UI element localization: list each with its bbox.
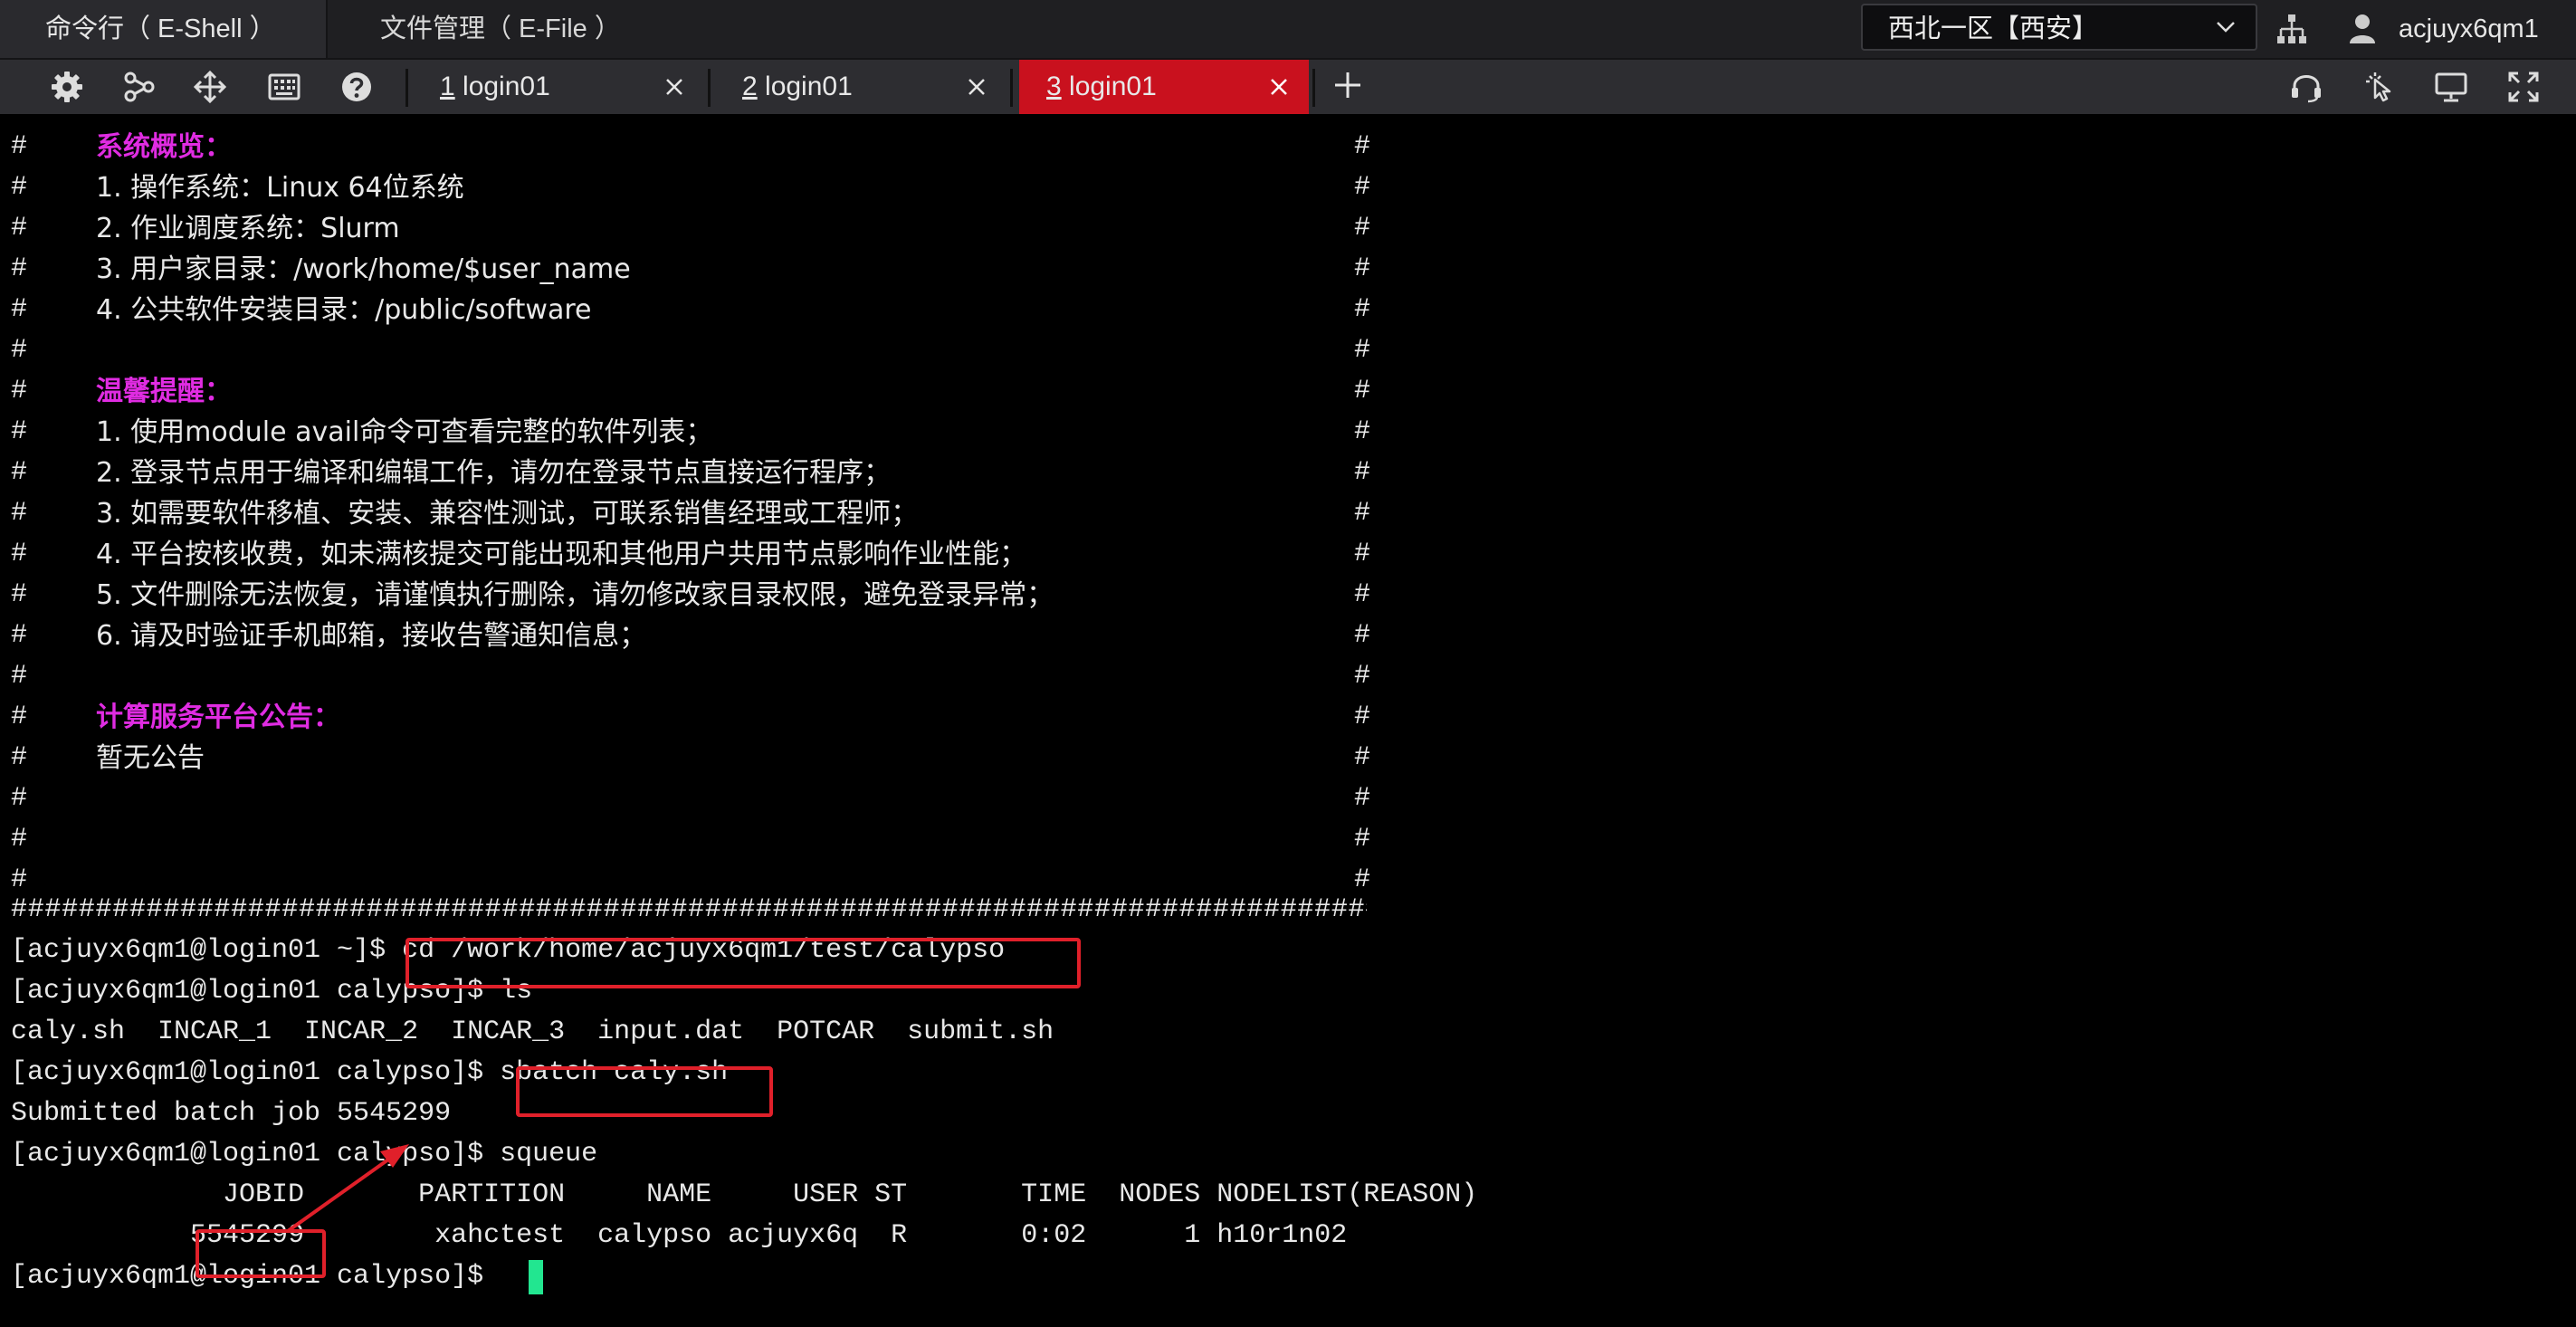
pointer-icon[interactable]	[2362, 71, 2395, 103]
session-tab-label: login01	[1061, 72, 1157, 101]
close-icon[interactable]	[664, 77, 684, 97]
tab-efile[interactable]: 文件管理（ E-File ）	[328, 0, 635, 58]
username[interactable]: acjuyx6qm1	[2399, 0, 2539, 58]
annotation-arrow	[286, 1144, 409, 1233]
tab-divider	[1312, 69, 1315, 107]
tab-divider	[405, 69, 408, 107]
transfer-icon[interactable]	[194, 71, 226, 103]
org-tree-icon[interactable]	[2275, 13, 2308, 45]
tab-divider	[1010, 69, 1013, 107]
top-bar: 命令行（ E-Shell ） 文件管理（ E-File ） 西北一区【西安】 a…	[0, 0, 2576, 60]
user-avatar-icon[interactable]	[2348, 13, 2377, 45]
tab-divider	[708, 69, 711, 107]
tab-eshell[interactable]: 命令行（ E-Shell ）	[0, 0, 326, 58]
keyboard-icon[interactable]	[268, 71, 301, 103]
headset-icon[interactable]	[2290, 71, 2323, 103]
session-tab-number: 2	[742, 72, 758, 101]
region-select-value: 西北一区【西安】	[1888, 14, 2099, 43]
monitor-icon[interactable]	[2435, 71, 2467, 103]
chevron-down-icon	[2217, 22, 2235, 33]
add-tab-icon[interactable]	[1332, 70, 1363, 100]
session-tab-2[interactable]: 2 login01	[742, 60, 1007, 114]
session-tab-bar: 1 login01 2 login01 3 login01	[0, 60, 2576, 114]
session-tab-number: 1	[440, 72, 455, 101]
session-tab-label: login01	[454, 72, 550, 101]
terminal[interactable]: # 系统概览： # #1. 操作系统：Linux 64位系统 # #2. 作业调度系统：S…	[0, 116, 2576, 1327]
session-tab-number: 3	[1046, 72, 1062, 101]
help-icon[interactable]	[340, 71, 373, 103]
close-icon[interactable]	[967, 77, 987, 97]
session-tab-3[interactable]: 3 login01	[1019, 60, 1309, 114]
session-tab-label: login01	[757, 72, 853, 101]
close-icon[interactable]	[1269, 77, 1289, 97]
fullscreen-icon[interactable]	[2507, 71, 2540, 103]
session-tab-1[interactable]: 1 login01	[440, 60, 704, 114]
settings-icon[interactable]	[51, 71, 83, 103]
share-node-icon[interactable]	[123, 71, 156, 103]
region-select[interactable]: 西北一区【西安】	[1861, 4, 2257, 51]
